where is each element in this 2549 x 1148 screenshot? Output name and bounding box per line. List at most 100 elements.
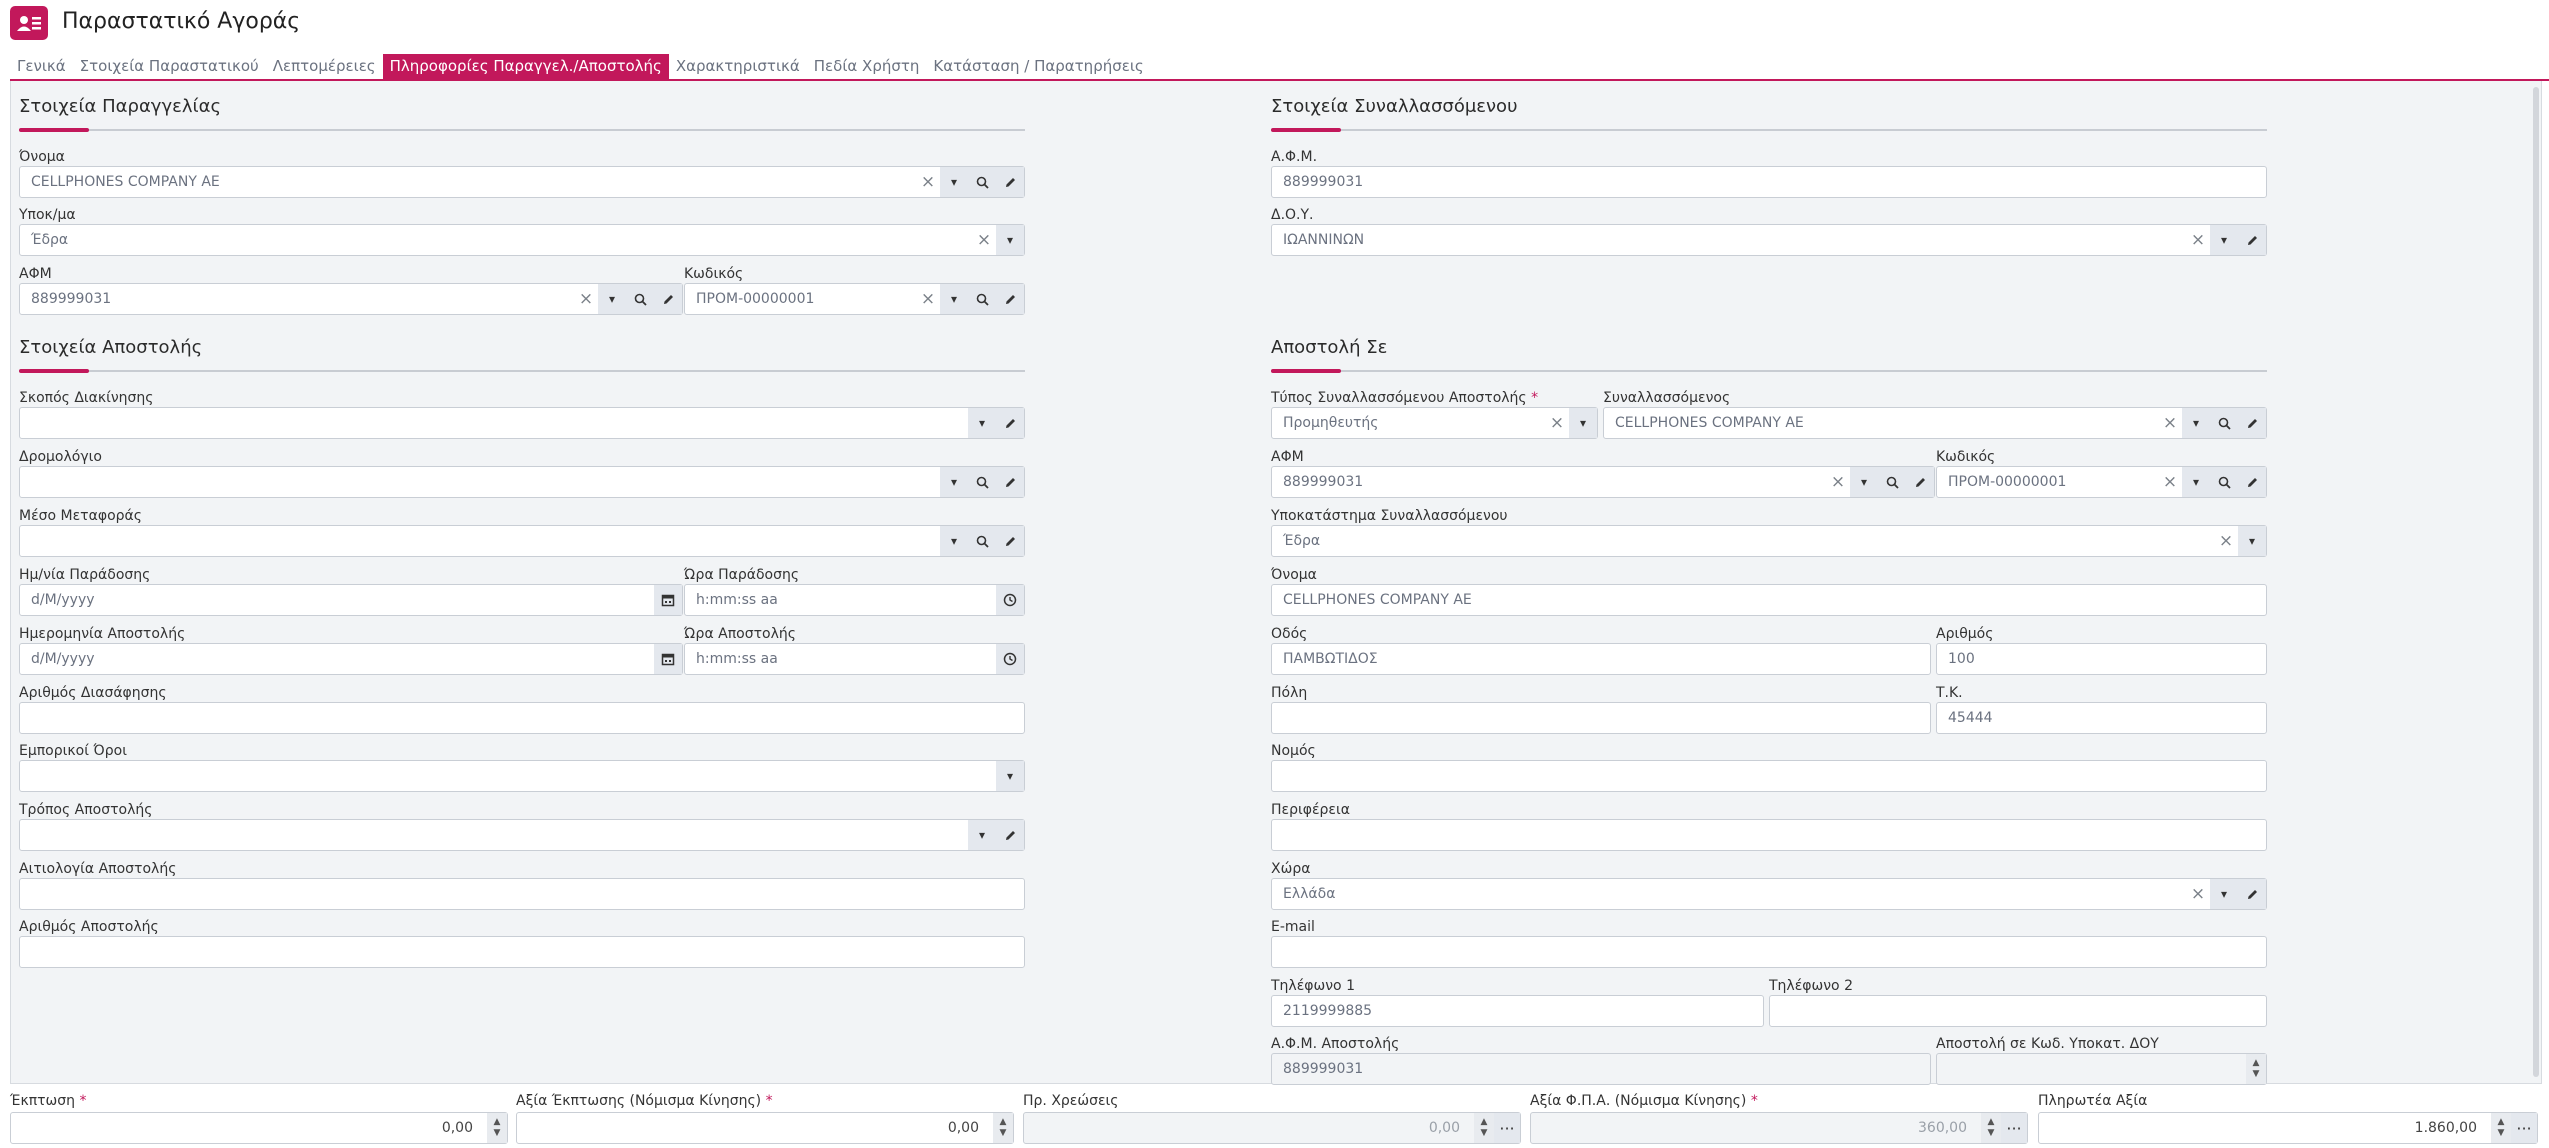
ship-to-type-field[interactable]: Προμηθευτής × ▾ [1271, 407, 1598, 439]
pencil-icon[interactable] [2238, 225, 2266, 255]
vat-field[interactable]: 360,00 ▲ ▼ ··· [1530, 1112, 2028, 1144]
clear-icon[interactable]: × [916, 284, 940, 314]
clear-icon[interactable]: × [2158, 408, 2182, 438]
pencil-icon[interactable] [996, 467, 1024, 497]
pencil-icon[interactable] [996, 526, 1024, 556]
doy-code-field[interactable]: ▲ ▼ [1936, 1053, 2267, 1085]
chevron-down-icon[interactable]: ▾ [940, 526, 968, 556]
discount-field[interactable]: 0,00 ▲ ▼ [10, 1112, 508, 1144]
search-icon[interactable] [968, 526, 996, 556]
purpose-field[interactable]: ▾ [19, 407, 1025, 439]
search-icon[interactable] [2210, 408, 2238, 438]
spinner-arrows-icon[interactable]: ▲ ▼ [2246, 1054, 2266, 1084]
phone1-field[interactable]: 2119999885 [1271, 995, 1764, 1027]
chevron-down-icon[interactable]: ▾ [1569, 408, 1597, 438]
delivery-date-field[interactable]: d/M/yyyy [19, 584, 683, 616]
chevron-down-icon[interactable]: ▾ [940, 284, 968, 314]
ship-time-field[interactable]: h:mm:ss aa [684, 643, 1025, 675]
more-options-icon[interactable]: ··· [2001, 1113, 2027, 1143]
spinner-arrows-icon[interactable]: ▲ ▼ [2491, 1113, 2511, 1143]
reason-field[interactable] [19, 878, 1025, 910]
phone2-field[interactable] [1769, 995, 2267, 1027]
pencil-icon[interactable] [996, 284, 1024, 314]
region-field[interactable] [1271, 819, 2267, 851]
ship-to-name-field[interactable]: CELLPHONES COMPANY AE [1271, 584, 2267, 616]
clear-icon[interactable]: × [2214, 526, 2238, 556]
chevron-down-icon[interactable]: ▾ [968, 408, 996, 438]
ship-date-field[interactable]: d/M/yyyy [19, 643, 683, 675]
method-field[interactable]: ▾ [19, 819, 1025, 851]
chevron-down-icon[interactable]: ▾ [2182, 467, 2210, 497]
pencil-icon[interactable] [654, 284, 682, 314]
search-icon[interactable] [968, 167, 996, 197]
pencil-icon[interactable] [996, 820, 1024, 850]
clarification-field[interactable] [19, 702, 1025, 734]
ship-to-code-field[interactable]: ΠΡΟΜ-00000001 × ▾ [1936, 466, 2267, 498]
pencil-icon[interactable] [2238, 467, 2266, 497]
clock-icon[interactable] [996, 585, 1024, 615]
tab-status-notes[interactable]: Κατάσταση / Παρατηρήσεις [926, 54, 1150, 79]
pencil-icon[interactable] [2238, 879, 2266, 909]
delivery-time-field[interactable]: h:mm:ss aa [684, 584, 1025, 616]
prefecture-field[interactable] [1271, 760, 2267, 792]
clear-icon[interactable]: × [2186, 225, 2210, 255]
clear-icon[interactable]: × [574, 284, 598, 314]
chevron-down-icon[interactable]: ▾ [968, 820, 996, 850]
pencil-icon[interactable] [996, 167, 1024, 197]
transport-field[interactable]: ▾ [19, 525, 1025, 557]
pencil-icon[interactable] [1906, 467, 1934, 497]
email-field[interactable] [1271, 936, 2267, 968]
clear-icon[interactable]: × [2158, 467, 2182, 497]
ship-number-field[interactable] [19, 936, 1025, 968]
pencil-icon[interactable] [996, 408, 1024, 438]
payable-field[interactable]: 1.860,00 ▲ ▼ ··· [2038, 1112, 2538, 1144]
tab-document-details[interactable]: Στοιχεία Παραστατικού [73, 54, 266, 79]
chevron-down-icon[interactable]: ▾ [2210, 225, 2238, 255]
discount-amount-field[interactable]: 0,00 ▲ ▼ [516, 1112, 1014, 1144]
chevron-down-icon[interactable]: ▾ [2182, 408, 2210, 438]
ship-afm-field[interactable]: 889999031 [1271, 1053, 1931, 1085]
chevron-down-icon[interactable]: ▾ [2238, 526, 2266, 556]
street-field[interactable]: ΠΑΜΒΩΤΙΔΟΣ [1271, 643, 1931, 675]
chevron-down-icon[interactable]: ▾ [996, 761, 1024, 791]
zip-field[interactable]: 45444 [1936, 702, 2267, 734]
trader-doy-field[interactable]: ΙΩΑΝΝΙΝΩΝ × ▾ [1271, 224, 2267, 256]
spinner-arrows-icon[interactable]: ▲ ▼ [1981, 1113, 2001, 1143]
ship-to-branch-field[interactable]: Έδρα × ▾ [1271, 525, 2267, 557]
calendar-icon[interactable] [654, 585, 682, 615]
order-branch-field[interactable]: Έδρα × ▾ [19, 224, 1025, 256]
tab-characteristics[interactable]: Χαρακτηριστικά [669, 54, 807, 79]
tab-general[interactable]: Γενικά [10, 54, 73, 79]
clear-icon[interactable]: × [1826, 467, 1850, 497]
clear-icon[interactable]: × [972, 225, 996, 255]
clear-icon[interactable]: × [1545, 408, 1569, 438]
chevron-down-icon[interactable]: ▾ [996, 225, 1024, 255]
spinner-arrows-icon[interactable]: ▲ ▼ [1474, 1113, 1494, 1143]
ship-to-afm-field[interactable]: 889999031 × ▾ [1271, 466, 1935, 498]
clock-icon[interactable] [996, 644, 1024, 674]
search-icon[interactable] [626, 284, 654, 314]
terms-field[interactable]: ▾ [19, 760, 1025, 792]
trader-afm-field[interactable]: 889999031 [1271, 166, 2267, 198]
tab-details[interactable]: Λεπτομέρειες [266, 54, 383, 79]
route-field[interactable]: ▾ [19, 466, 1025, 498]
chevron-down-icon[interactable]: ▾ [1850, 467, 1878, 497]
clear-icon[interactable]: × [916, 167, 940, 197]
scrollbar[interactable] [2533, 87, 2539, 1077]
tab-order-shipping-info[interactable]: Πληροφορίες Παραγγελ./Αποστολής [382, 54, 669, 79]
search-icon[interactable] [968, 284, 996, 314]
city-field[interactable] [1271, 702, 1931, 734]
chevron-down-icon[interactable]: ▾ [940, 467, 968, 497]
tab-user-fields[interactable]: Πεδία Χρήστη [807, 54, 927, 79]
chevron-down-icon[interactable]: ▾ [2210, 879, 2238, 909]
more-options-icon[interactable]: ··· [1494, 1113, 1520, 1143]
order-code-field[interactable]: ΠΡΟΜ-00000001 × ▾ [684, 283, 1025, 315]
spinner-arrows-icon[interactable]: ▲ ▼ [487, 1113, 507, 1143]
clear-icon[interactable]: × [2186, 879, 2210, 909]
search-icon[interactable] [968, 467, 996, 497]
order-name-field[interactable]: CELLPHONES COMPANY AE × ▾ [19, 166, 1025, 198]
pencil-icon[interactable] [2238, 408, 2266, 438]
order-afm-field[interactable]: 889999031 × ▾ [19, 283, 683, 315]
spinner-arrows-icon[interactable]: ▲ ▼ [993, 1113, 1013, 1143]
charges-field[interactable]: 0,00 ▲ ▼ ··· [1023, 1112, 1521, 1144]
